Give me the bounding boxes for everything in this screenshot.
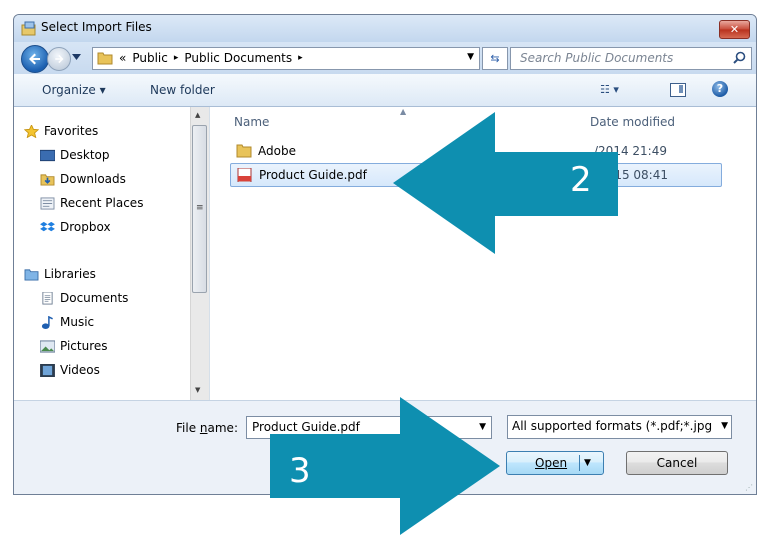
pictures-icon — [40, 340, 55, 353]
nav-item-music[interactable]: Music — [41, 315, 95, 329]
libraries-icon — [24, 269, 39, 281]
breadcrumb-item-public-documents[interactable]: Public Documents — [184, 51, 292, 65]
open-button-label: Open — [535, 456, 568, 470]
dropbox-icon — [40, 221, 55, 232]
preview-pane-button[interactable] — [670, 83, 686, 97]
change-view-button[interactable]: ☷ ▾ — [600, 83, 619, 96]
address-bar[interactable]: « Public ▸ Public Documents ▸ ▼ — [92, 47, 480, 70]
address-dropdown-icon[interactable]: ▼ — [467, 52, 474, 62]
breadcrumb-overflow[interactable]: « — [119, 51, 126, 65]
file-name: Product Guide.pdf — [259, 168, 367, 182]
recent-pages-dropdown-icon[interactable] — [72, 54, 81, 60]
file-type-select[interactable]: All supported formats (*.pdf;*.jpg ▼ — [507, 415, 732, 439]
nav-item-videos[interactable]: Videos — [40, 363, 100, 377]
navigation-scrollbar[interactable]: ▲ ≡ ▼ — [190, 107, 209, 400]
nav-item-label: Dropbox — [60, 220, 111, 234]
file-name-label-part: File — [176, 421, 200, 435]
nav-item-label: Libraries — [44, 267, 96, 281]
step-2-label: 2 — [570, 160, 592, 200]
recent-places-icon — [40, 197, 55, 210]
scroll-down-icon[interactable]: ▼ — [195, 386, 200, 394]
help-button[interactable]: ? — [712, 81, 728, 97]
nav-item-libraries[interactable]: Libraries — [24, 267, 96, 281]
nav-item-label: Videos — [60, 363, 100, 377]
close-button[interactable]: ✕ — [719, 20, 750, 39]
nav-item-dropbox[interactable]: Dropbox — [40, 220, 111, 234]
back-button[interactable] — [21, 45, 49, 73]
pdf-file-icon — [237, 168, 252, 182]
nav-item-desktop[interactable]: Desktop — [40, 148, 110, 162]
star-icon — [24, 125, 39, 138]
file-type-dropdown-icon[interactable]: ▼ — [718, 421, 728, 431]
nav-item-pictures[interactable]: Pictures — [40, 339, 108, 353]
nav-item-label: Pictures — [60, 339, 108, 353]
scroll-up-icon[interactable]: ▲ — [195, 111, 200, 119]
back-arrow-icon — [29, 53, 40, 65]
nav-item-favorites[interactable]: Favorites — [24, 124, 99, 138]
refresh-icon: ⇆ — [490, 52, 500, 65]
column-header-name[interactable]: Name — [234, 115, 269, 129]
step-3-label: 3 — [289, 451, 311, 491]
open-button[interactable]: Open ▼ — [506, 451, 604, 475]
downloads-folder-icon — [40, 174, 55, 186]
desktop-icon — [40, 149, 55, 162]
title-bar[interactable]: Select Import Files ✕ — [14, 15, 756, 42]
nav-item-documents[interactable]: Documents — [42, 291, 129, 305]
command-toolbar: Organize ▾ New folder ☷ ▾ ? — [14, 74, 756, 107]
nav-item-label: Downloads — [60, 172, 126, 186]
file-name: Adobe — [258, 144, 296, 158]
navigation-bar: « Public ▸ Public Documents ▸ ▼ ⇆ Search… — [14, 42, 756, 74]
nav-item-label: Desktop — [60, 148, 110, 162]
file-name-label: File name: — [176, 421, 238, 435]
nav-item-label: Recent Places — [60, 196, 144, 210]
folder-icon — [97, 52, 113, 65]
import-app-icon — [21, 21, 36, 36]
cancel-button[interactable]: Cancel — [626, 451, 728, 475]
breadcrumb-item-public[interactable]: Public — [132, 51, 168, 65]
search-placeholder: Search Public Documents — [520, 51, 674, 65]
breadcrumb-separator[interactable]: ▸ — [298, 53, 303, 63]
search-input[interactable]: Search Public Documents — [510, 47, 752, 70]
nav-item-label: Documents — [60, 291, 129, 305]
forward-arrow-icon — [55, 54, 64, 64]
file-name-label-accel: n — [199, 421, 208, 435]
documents-icon — [42, 292, 53, 305]
new-folder-button[interactable]: New folder — [150, 83, 215, 97]
videos-icon — [40, 364, 55, 377]
music-icon — [41, 316, 53, 329]
resize-grip-icon[interactable]: ⋰ — [745, 483, 753, 492]
file-name-label-part: ame: — [207, 421, 238, 435]
organize-button[interactable]: Organize ▾ — [42, 83, 106, 97]
forward-button[interactable] — [47, 47, 71, 71]
breadcrumb-separator[interactable]: ▸ — [174, 53, 179, 63]
refresh-button[interactable]: ⇆ — [482, 47, 508, 70]
search-icon[interactable] — [733, 51, 746, 64]
nav-item-recent-places[interactable]: Recent Places — [40, 196, 144, 210]
nav-item-label: Favorites — [44, 124, 99, 138]
open-dropdown-icon[interactable]: ▼ — [584, 452, 591, 474]
window-title: Select Import Files — [41, 20, 152, 34]
file-type-value: All supported formats (*.pdf;*.jpg — [512, 419, 712, 433]
scroll-grip-icon: ≡ — [196, 203, 204, 213]
open-split-divider — [579, 455, 580, 471]
nav-item-downloads[interactable]: Downloads — [40, 172, 126, 186]
navigation-pane: Favorites Desktop Downloads Recent Place… — [14, 107, 209, 400]
folder-icon — [236, 144, 252, 158]
nav-item-label: Music — [60, 315, 95, 329]
breadcrumb: « Public ▸ Public Documents ▸ — [119, 51, 303, 65]
